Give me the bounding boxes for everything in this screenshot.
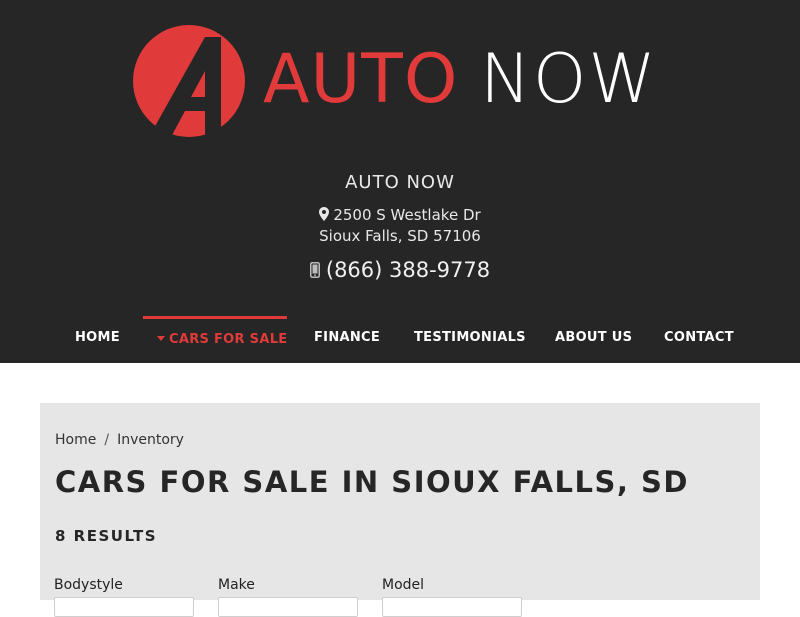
breadcrumb-inventory[interactable]: Inventory <box>117 432 184 448</box>
nav-item-finance[interactable]: FINANCE <box>314 316 380 363</box>
nav-item-home[interactable]: HOME <box>75 316 120 363</box>
dealer-address[interactable]: 2500 S Westlake Dr Sioux Falls, SD 57106 <box>0 205 800 247</box>
nav-item-label: CARS FOR SALE <box>169 332 288 347</box>
make-label: Make <box>218 577 255 593</box>
nav-item-about-us[interactable]: ABOUT US <box>555 316 632 363</box>
main-nav: HOME CARS FOR SALE FINANCE TESTIMONIALS … <box>0 316 800 363</box>
inventory-panel: Home / Inventory CARS FOR SALE IN SIOUX FA… <box>40 403 760 617</box>
logo-a-icon <box>133 25 245 137</box>
bodystyle-label: Bodystyle <box>54 577 123 593</box>
model-label: Model <box>382 577 425 593</box>
map-pin-icon <box>319 207 330 221</box>
mobile-phone-icon <box>309 262 320 278</box>
caret-down-icon <box>157 336 165 341</box>
phone-number: (866) 388-9778 <box>325 258 491 282</box>
dealer-name: AUTO NOW <box>345 172 455 193</box>
site-header: AUTO NOW AUTO NOW 2500 S Westlake Dr Sio… <box>0 0 800 363</box>
breadcrumb-separator: / <box>104 432 110 448</box>
logo-text-auto: AUTO <box>263 40 459 119</box>
model-select[interactable] <box>382 597 522 617</box>
nav-item-contact[interactable]: CONTACT <box>664 316 734 363</box>
logo-text-now: NOW <box>480 40 658 119</box>
address-line-1: 2500 S Westlake Dr <box>0 205 800 226</box>
breadcrumb: Home / Inventory <box>55 432 184 448</box>
breadcrumb-home[interactable]: Home <box>55 432 96 448</box>
auto-now-logo[interactable]: AUTO NOW <box>133 25 673 137</box>
address-line-2: Sioux Falls, SD 57106 <box>319 227 481 245</box>
results-count: 8 RESULTS <box>55 527 158 545</box>
nav-item-cars-for-sale[interactable]: CARS FOR SALE <box>143 316 287 363</box>
filter-model: Model <box>382 577 522 617</box>
filter-bodystyle: Bodystyle <box>54 577 194 617</box>
dealer-phone[interactable]: (866) 388-9778 <box>0 258 800 282</box>
nav-item-testimonials[interactable]: TESTIMONIALS <box>414 316 526 363</box>
page-title: CARS FOR SALE IN SIOUX FALLS, SD <box>55 465 689 499</box>
filter-make: Make <box>218 577 358 617</box>
bodystyle-select[interactable] <box>54 597 194 617</box>
address-street: 2500 S Westlake Dr <box>333 206 481 224</box>
make-select[interactable] <box>218 597 358 617</box>
